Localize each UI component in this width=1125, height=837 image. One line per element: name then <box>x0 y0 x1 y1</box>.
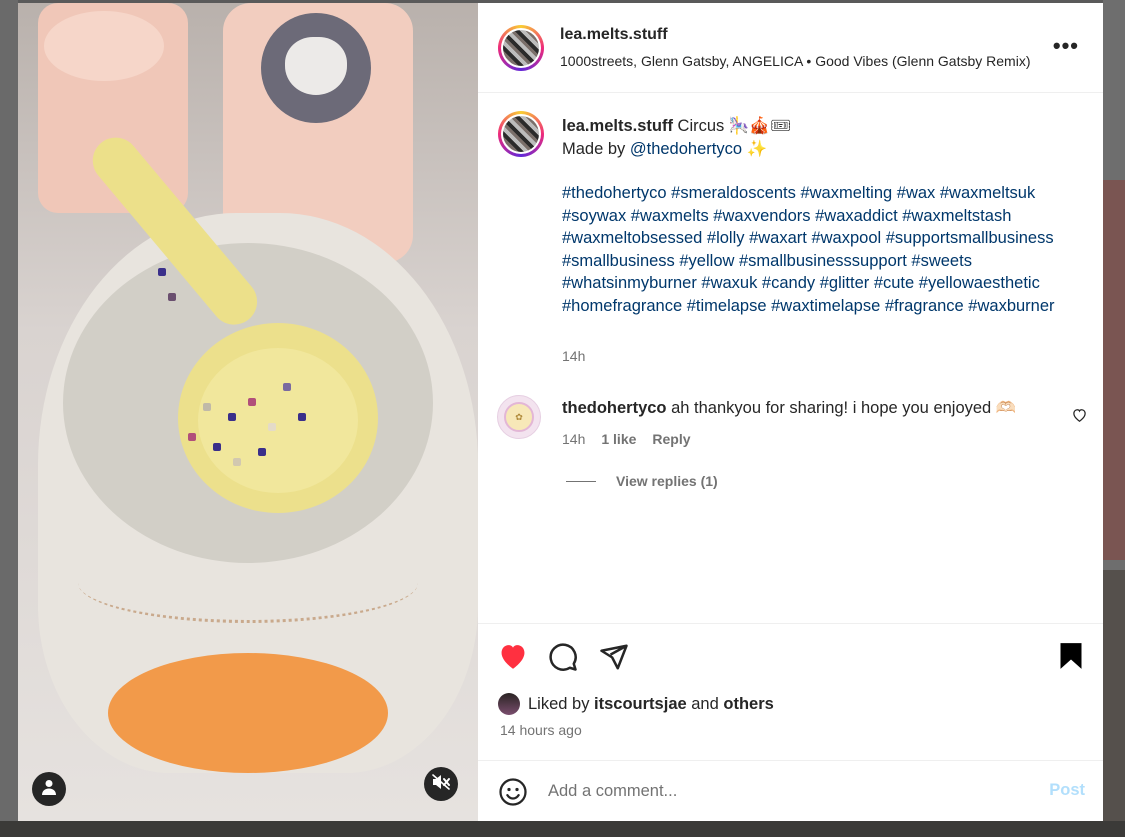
caption-title: Circus 🎠🎪🎟 <box>672 117 791 135</box>
user-icon <box>42 779 56 800</box>
speaker-muted-icon <box>432 773 450 795</box>
comment-body: ah thankyou for sharing! i hope you enjo… <box>666 399 1017 417</box>
caption-hashtags[interactable]: #thedohertyco #smeraldoscents #waxmeltin… <box>562 182 1082 317</box>
author-username[interactable]: lea.melts.stuff <box>560 26 668 44</box>
backdrop-right-strip <box>1103 0 1125 837</box>
tagged-users-button[interactable] <box>32 772 66 806</box>
emoji-smiley-icon[interactable] <box>498 777 528 812</box>
liked-by-mid: and <box>686 694 724 713</box>
comment-time: 14h <box>562 431 586 447</box>
backdrop-left-strip <box>0 0 18 837</box>
comment-likes[interactable]: 1 like <box>601 431 636 447</box>
made-by-suffix: ✨ <box>742 139 768 158</box>
comment-input[interactable] <box>548 778 1028 804</box>
commenter-avatar[interactable]: ✿ <box>497 395 541 439</box>
commenter-username[interactable]: thedohertyco <box>562 399 667 417</box>
liked-by-others[interactable]: others <box>723 695 773 713</box>
post-timestamp: 14 hours ago <box>500 722 582 738</box>
share-send-icon[interactable] <box>599 642 629 677</box>
liked-by-prefix: Liked by <box>528 694 595 713</box>
mute-toggle-button[interactable] <box>424 767 458 801</box>
comment-like-heart-icon[interactable] <box>1072 408 1087 427</box>
post-side-panel: lea.melts.stuff 1000streets, Glenn Gatsb… <box>478 3 1103 821</box>
liked-by-user[interactable]: itscourtsjae <box>594 695 687 713</box>
post-media[interactable] <box>18 3 478 821</box>
liker-avatar[interactable] <box>498 693 520 715</box>
reply-button[interactable]: Reply <box>652 431 690 447</box>
audio-attribution[interactable]: 1000streets, Glenn Gatsby, ANGELICA • Go… <box>560 53 1040 69</box>
comment-bubble-icon[interactable] <box>548 642 578 677</box>
post-header: lea.melts.stuff 1000streets, Glenn Gatsb… <box>478 3 1103 93</box>
liked-by-summary: Liked by itscourtsjae and others <box>498 693 774 715</box>
comment-meta: 14h 1 like Reply <box>562 431 691 447</box>
caption-username[interactable]: lea.melts.stuff <box>562 117 673 135</box>
more-options-icon[interactable]: ••• <box>1053 33 1079 59</box>
caption-text: lea.melts.stuff Circus 🎠🎪🎟 Made by @thed… <box>562 115 1082 317</box>
caption-author-avatar[interactable] <box>498 111 544 157</box>
replies-divider <box>566 480 596 482</box>
comment-text: thedohertyco ah thankyou for sharing! i … <box>562 399 1042 418</box>
view-replies-button[interactable]: View replies (1) <box>566 473 718 489</box>
backdrop-bottom-strip <box>0 821 1125 837</box>
caption-time: 14h <box>562 348 586 364</box>
author-avatar[interactable] <box>498 25 544 71</box>
post-comment-button[interactable]: Post <box>1049 781 1085 800</box>
made-by-prefix: Made by <box>562 139 630 158</box>
add-comment-bar: Post <box>478 760 1103 821</box>
comments-section[interactable]: lea.melts.stuff Circus 🎠🎪🎟 Made by @thed… <box>478 93 1103 623</box>
bookmark-filled-icon[interactable] <box>1059 642 1083 675</box>
view-replies-label: View replies (1) <box>616 473 718 489</box>
heart-filled-icon[interactable] <box>497 642 529 675</box>
post-actions: Liked by itscourtsjae and others 14 hour… <box>478 623 1103 760</box>
post-dialog: lea.melts.stuff 1000streets, Glenn Gatsb… <box>18 3 1103 821</box>
made-by-mention[interactable]: @thedohertyco <box>630 140 742 158</box>
